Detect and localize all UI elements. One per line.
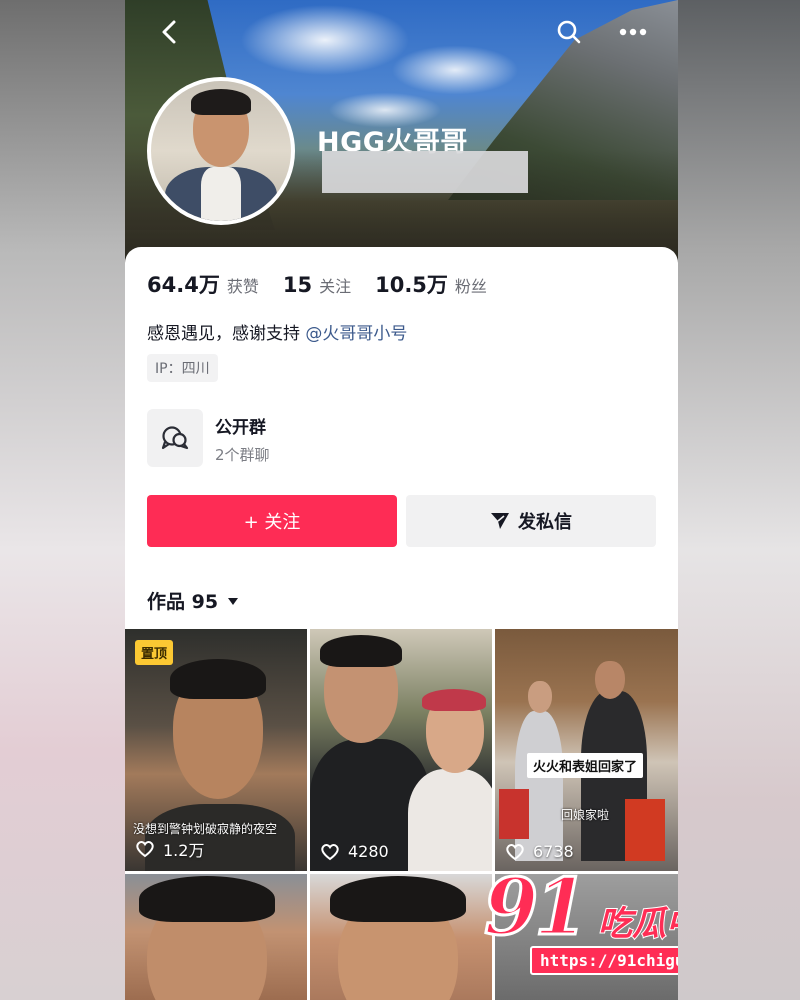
- ip-location-tag: IP：四川: [147, 354, 218, 382]
- public-group-entry[interactable]: 公开群 2个群聊: [147, 409, 447, 469]
- video-tile[interactable]: [125, 874, 307, 1000]
- works-tab-label: 作品 95: [147, 591, 219, 613]
- heart-icon: [136, 840, 154, 858]
- figure-hair: [139, 876, 275, 922]
- video-caption: 没想到警钟划破寂静的夜空: [133, 822, 278, 836]
- follow-button[interactable]: + 关注: [147, 495, 397, 547]
- likes-label: 获赞: [226, 277, 259, 296]
- avatar[interactable]: [147, 77, 295, 225]
- more-button[interactable]: [615, 14, 651, 50]
- bio-mention-link[interactable]: @火哥哥小号: [305, 324, 407, 344]
- figure-headband: [422, 689, 486, 711]
- watermark-url: https://91chigua20.com: [530, 946, 678, 975]
- watermark-number: 91: [483, 861, 591, 955]
- figure-face: [528, 681, 552, 713]
- watermark-brand: 吃瓜中心: [597, 903, 678, 945]
- pinned-badge: 置顶: [135, 640, 174, 665]
- followers-count[interactable]: 10.5万: [375, 269, 448, 299]
- phone-screen: HGG火哥哥 64.4万 获赞 15 关注 10.5万 粉丝 感恩遇见，感谢支持…: [125, 0, 678, 1000]
- likes-count: 64.4万: [147, 273, 220, 297]
- works-tab[interactable]: 作品 95: [147, 587, 240, 614]
- video-likes: 1.2万: [135, 837, 204, 861]
- group-icon-box: [147, 409, 203, 467]
- video-likes-count: 4280: [348, 842, 389, 861]
- message-button-label: 发私信: [518, 512, 572, 533]
- figure-hair: [330, 876, 466, 922]
- video-tile[interactable]: 火火和表姐回家了 回娘家啦 6738: [495, 629, 678, 871]
- redacted-id-box: [322, 151, 528, 193]
- background-blur-right: [678, 0, 800, 1000]
- profile-banner: HGG火哥哥: [125, 0, 678, 270]
- avatar-shirt: [201, 167, 241, 221]
- more-dots-icon: [619, 28, 647, 36]
- heart-icon: [321, 843, 339, 860]
- figure-face-2: [595, 661, 625, 699]
- background-blur-left: [0, 0, 125, 1000]
- search-icon: [557, 20, 581, 44]
- chat-bubbles-icon: [161, 426, 189, 450]
- video-likes-count: 6738: [533, 842, 574, 861]
- figure-hair: [170, 659, 266, 699]
- video-tile[interactable]: [310, 874, 492, 1000]
- figure-body-2: [408, 769, 492, 871]
- send-arrow-icon: [491, 513, 509, 529]
- gift-bag-2: [625, 799, 665, 861]
- video-caption: 回娘家啦: [561, 808, 610, 822]
- gift-bag: [499, 789, 529, 839]
- bio-text: 感恩遇见，感谢支持: [147, 324, 300, 344]
- chevron-left-icon: [162, 20, 176, 44]
- video-likes-count: 1.2万: [163, 841, 205, 860]
- video-tile[interactable]: 4280: [310, 629, 492, 871]
- stats-row: 64.4万 获赞 15 关注 10.5万 粉丝: [147, 269, 511, 299]
- video-title-overlay: 火火和表姐回家了: [527, 753, 644, 778]
- profile-card: 64.4万 获赞 15 关注 10.5万 粉丝 感恩遇见，感谢支持 @火哥哥小号…: [125, 247, 678, 647]
- group-subtitle: 2个群聊: [215, 446, 270, 464]
- figure-hair: [320, 635, 402, 667]
- avatar-hair: [191, 89, 251, 115]
- group-title: 公开群: [215, 418, 266, 438]
- bio: 感恩遇见，感谢支持 @火哥哥小号: [147, 319, 407, 344]
- followers-label[interactable]: 粉丝: [455, 273, 487, 297]
- caret-down-icon: [228, 597, 239, 605]
- watermark: 91 吃瓜中心 https://91chigua20.com: [480, 861, 678, 982]
- message-button[interactable]: 发私信: [406, 495, 656, 547]
- following-label[interactable]: 关注: [319, 273, 351, 297]
- video-tile[interactable]: 置顶 没想到警钟划破寂静的夜空 1.2万: [125, 629, 307, 871]
- video-likes: 6738: [505, 842, 574, 861]
- following-count[interactable]: 15: [283, 273, 312, 297]
- video-likes: 4280: [320, 842, 389, 861]
- search-button[interactable]: [551, 14, 587, 50]
- heart-icon: [506, 843, 524, 860]
- back-button[interactable]: [152, 14, 188, 50]
